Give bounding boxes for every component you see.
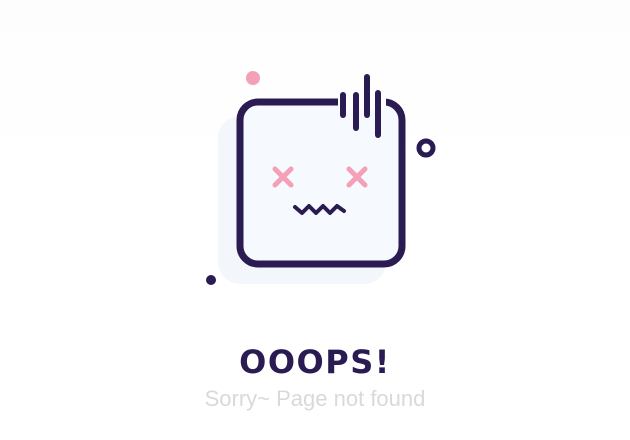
error-subtitle: Sorry~ Page not found [204,386,426,411]
ring-dot [416,138,436,158]
pink-dot [246,71,260,85]
broken-face-icon [206,71,436,285]
not-found-page: OOOPS! Sorry~ Page not found [0,0,630,440]
small-dot [206,275,216,285]
error-title: OOOPS! [239,343,391,381]
